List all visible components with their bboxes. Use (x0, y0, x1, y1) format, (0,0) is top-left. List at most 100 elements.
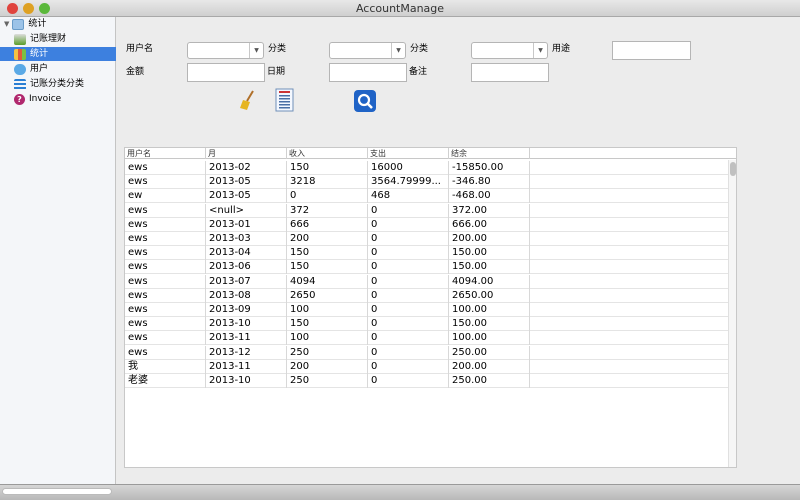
table-row[interactable]: ews 2013-10 150 0 150.00 (125, 317, 730, 332)
sidebar-group-label: 统计 (28, 19, 47, 29)
cell-username: ews (125, 303, 206, 317)
cell-month: 2013-06 (206, 260, 287, 275)
table-row[interactable]: ews 2013-11 100 0 100.00 (125, 331, 730, 346)
chevron-down-icon[interactable]: ▼ (249, 43, 263, 58)
cell-month: <null> (206, 203, 287, 218)
search-button[interactable] (354, 90, 376, 112)
cell-expense: 0 (368, 359, 449, 374)
minimize-button[interactable] (23, 3, 34, 14)
sidebar-group-stats[interactable]: ▼ 统计 (0, 17, 116, 31)
date-input[interactable] (329, 63, 407, 82)
cell-expense: 0 (368, 288, 449, 303)
title-bar: AccountManage (0, 0, 800, 17)
cell-empty (530, 303, 730, 317)
table-row[interactable]: ews 2013-09 100 0 100.00 (125, 303, 730, 317)
note-input[interactable] (471, 63, 549, 82)
report-button[interactable] (274, 88, 296, 112)
table-row[interactable]: ews 2013-02 150 16000 -15850.00 (125, 161, 730, 175)
help-icon: ? (14, 93, 25, 105)
date-label: 日期 (267, 67, 286, 77)
table-row[interactable]: ews <null> 372 0 372.00 (125, 203, 730, 218)
cell-income: 0 (287, 189, 368, 204)
search-icon (354, 90, 376, 112)
sidebar-item-stats[interactable]: 统计 (0, 47, 116, 61)
cell-username: ews (125, 246, 206, 261)
column-header-month[interactable]: 月 (206, 148, 287, 159)
cell-expense: 3564.79999... (368, 175, 449, 190)
cell-expense: 0 (368, 317, 449, 332)
sidebar-item-categories[interactable]: 记账分类分类 (0, 77, 116, 91)
table-row[interactable]: ews 2013-01 666 0 666.00 (125, 217, 730, 232)
cell-username: ews (125, 331, 206, 346)
vertical-scrollbar[interactable] (728, 160, 736, 467)
table-row[interactable]: ews 2013-04 150 0 150.00 (125, 246, 730, 261)
zoom-button[interactable] (39, 3, 50, 14)
table-row[interactable]: ews 2013-05 3218 3564.79999... -346.80 (125, 175, 730, 190)
cell-month: 2013-04 (206, 246, 287, 261)
cell-month: 2013-11 (206, 359, 287, 374)
chevron-down-icon[interactable]: ▼ (533, 43, 547, 58)
disclosure-triangle-icon[interactable]: ▼ (4, 17, 9, 31)
username-combo[interactable]: ▼ (187, 42, 264, 59)
chevron-down-icon[interactable]: ▼ (391, 43, 405, 58)
table-row[interactable]: ew 2013-05 0 468 -468.00 (125, 189, 730, 204)
category-combo-1[interactable]: ▼ (329, 42, 406, 59)
cell-month: 2013-05 (206, 175, 287, 190)
sidebar-item-label: 统计 (30, 49, 49, 59)
cell-balance: 200.00 (449, 359, 530, 374)
table-row[interactable]: 老婆 2013-10 250 0 250.00 (125, 374, 730, 388)
cell-expense: 16000 (368, 161, 449, 175)
purpose-input[interactable] (612, 41, 691, 60)
cell-month: 2013-01 (206, 217, 287, 232)
table-row[interactable]: ews 2013-08 2650 0 2650.00 (125, 288, 730, 303)
cell-expense: 0 (368, 260, 449, 275)
cell-income: 100 (287, 303, 368, 317)
cell-username: ews (125, 217, 206, 232)
sidebar-item-invoice[interactable]: ? Invoice (0, 92, 116, 106)
window-title: AccountManage (355, 2, 445, 15)
column-header-expense[interactable]: 支出 (368, 148, 449, 159)
cell-expense: 0 (368, 203, 449, 218)
cell-month: 2013-02 (206, 161, 287, 175)
cell-income: 3218 (287, 175, 368, 190)
cell-empty (530, 374, 730, 388)
cell-month: 2013-12 (206, 345, 287, 360)
sidebar: ▼ 统计 记账理财 统计 用户 记账分类分类 ? Invoice (0, 17, 116, 484)
cell-income: 250 (287, 345, 368, 360)
chart-icon (14, 48, 26, 60)
sidebar-item-users[interactable]: 用户 (0, 62, 116, 76)
cell-income: 372 (287, 203, 368, 218)
results-table: 用户名 月 收入 支出 结余 ews 2013-02 150 16000 -15850.… (124, 147, 737, 468)
cell-username: ews (125, 274, 206, 289)
cell-username: ews (125, 175, 206, 190)
amount-input[interactable] (187, 63, 265, 82)
sidebar-item-ledger[interactable]: 记账理财 (0, 32, 116, 46)
column-header-income[interactable]: 收入 (287, 148, 368, 159)
cell-empty (530, 218, 730, 232)
cell-month: 2013-10 (206, 317, 287, 332)
cell-username: 老婆 (125, 374, 206, 388)
cell-balance: 666.00 (449, 217, 530, 232)
cell-expense: 0 (368, 345, 449, 360)
cell-month: 2013-07 (206, 274, 287, 289)
cell-month: 2013-10 (206, 374, 287, 388)
table-row[interactable]: ews 2013-12 250 0 250.00 (125, 345, 730, 360)
sidebar-scrollbar[interactable] (2, 488, 112, 495)
column-header-username[interactable]: 用户名 (125, 148, 206, 159)
clear-button[interactable] (236, 89, 258, 111)
cell-balance: 150.00 (449, 317, 530, 332)
ledger-icon (14, 33, 26, 45)
table-row[interactable]: ews 2013-06 150 0 150.00 (125, 260, 730, 275)
scrollbar-thumb[interactable] (730, 162, 736, 176)
cell-balance: -468.00 (449, 189, 530, 204)
cell-username: ews (125, 345, 206, 360)
category-combo-2[interactable]: ▼ (471, 42, 548, 59)
close-button[interactable] (7, 3, 18, 14)
column-header-balance[interactable]: 结余 (449, 148, 530, 159)
cell-empty (530, 317, 730, 331)
sidebar-item-label: Invoice (29, 94, 62, 104)
table-row[interactable]: ews 2013-07 4094 0 4094.00 (125, 274, 730, 289)
table-row[interactable]: ews 2013-03 200 0 200.00 (125, 232, 730, 246)
table-row[interactable]: 我 2013-11 200 0 200.00 (125, 359, 730, 374)
cell-empty (530, 175, 730, 189)
